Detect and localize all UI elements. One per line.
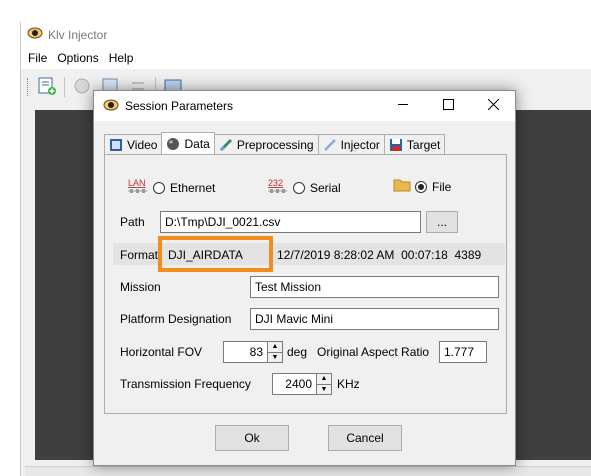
serial-icon-text: 232 [268,178,283,188]
database-icon [166,137,180,151]
platform-label: Platform Designation [120,312,232,326]
aspect-input[interactable]: 1.777 [439,341,487,363]
ethernet-radio[interactable] [153,181,165,194]
pen-icon [323,138,337,152]
serial-label: Serial [310,180,341,195]
frequency-label: Transmission Frequency [120,377,251,391]
fov-spinner[interactable]: ▲ ▼ [267,341,283,363]
spin-down-icon[interactable]: ▼ [268,353,282,363]
app-title: Klv Injector [48,27,108,42]
frequency-unit: KHz [337,377,360,391]
format-label: Format [120,248,159,262]
data-tab-panel: LAN Ethernet 232 Serial File Path D:\Tmp… [104,154,507,414]
status-strip [25,466,591,476]
dialog-eye-icon [103,99,119,114]
browse-button[interactable]: ... [426,211,458,233]
fov-label: Horizontal FOV [120,345,203,359]
spin-up-icon[interactable]: ▲ [268,342,282,353]
tab-strip: Video Data Preprocessing Injector Target [104,132,446,154]
aspect-label: Original Aspect Ratio [317,345,430,359]
frequency-spinner[interactable]: ▲ ▼ [316,373,332,395]
menu-options[interactable]: Options [52,51,103,65]
toolbar-grip[interactable] [27,78,30,96]
file-label: File [432,179,452,194]
film-icon [109,138,123,152]
mission-input[interactable]: Test Mission [250,276,499,298]
folder-icon [393,177,411,196]
file-radio[interactable] [415,180,427,193]
tab-video[interactable]: Video [104,134,163,154]
cancel-button[interactable]: Cancel [328,425,402,451]
frequency-input[interactable]: 2400 [272,373,317,395]
tab-target[interactable]: Target [383,134,446,154]
record-icon [73,77,91,98]
menu-file[interactable]: File [23,51,52,65]
serial-port-icon: 232 [267,177,289,198]
lan-icon: LAN [127,177,149,198]
tab-target-label: Target [406,137,441,152]
new-session-button[interactable] [36,76,58,98]
tab-video-label: Video [127,137,158,152]
tab-injector[interactable]: Injector [317,134,385,154]
tab-data[interactable]: Data [161,132,215,154]
tab-data-label: Data [184,136,210,151]
format-highlight-box [158,236,273,272]
format-file-info: 12/7/2019 8:28:02 AM 00:07:18 4389 [277,248,482,262]
menu-bar: File Options Help [21,47,591,69]
spin-down-icon[interactable]: ▼ [317,385,331,395]
floppy-icon [389,138,403,152]
ethernet-label: Ethernet [170,180,216,195]
tab-preprocessing-label: Preprocessing [236,137,314,152]
lan-icon-text: LAN [128,178,146,188]
spin-up-icon[interactable]: ▲ [317,374,331,385]
minimize-icon [397,99,409,113]
close-button[interactable] [470,91,516,121]
fov-input[interactable]: 83 [223,341,268,363]
minimize-button[interactable] [380,91,426,121]
menu-help[interactable]: Help [104,51,139,65]
ok-button[interactable]: Ok [215,425,289,451]
tab-injector-label: Injector [340,137,380,152]
ethernet-option[interactable]: LAN Ethernet [127,177,215,198]
mission-label: Mission [120,280,161,294]
main-titlebar: Klv Injector [21,22,591,47]
serial-option[interactable]: 232 Serial [267,177,341,198]
toolbar-separator [64,77,65,97]
app-eye-icon [27,27,43,42]
path-label: Path [120,215,145,229]
close-icon [487,98,499,113]
maximize-icon [442,99,454,113]
dialog-title: Session Parameters [125,99,234,113]
fov-unit: deg [287,345,308,359]
file-option[interactable]: File [393,177,451,196]
session-parameters-dialog: Session Parameters Video Data Preprocess… [93,90,516,466]
brush-icon [219,138,233,152]
tab-preprocessing[interactable]: Preprocessing [213,134,319,154]
platform-input[interactable]: DJI Mavic Mini [250,308,499,330]
record-button[interactable] [71,76,93,98]
serial-radio[interactable] [293,181,305,194]
new-session-icon [37,76,57,99]
path-input[interactable]: D:\Tmp\DJI_0021.csv [160,211,421,233]
maximize-button[interactable] [425,91,471,121]
